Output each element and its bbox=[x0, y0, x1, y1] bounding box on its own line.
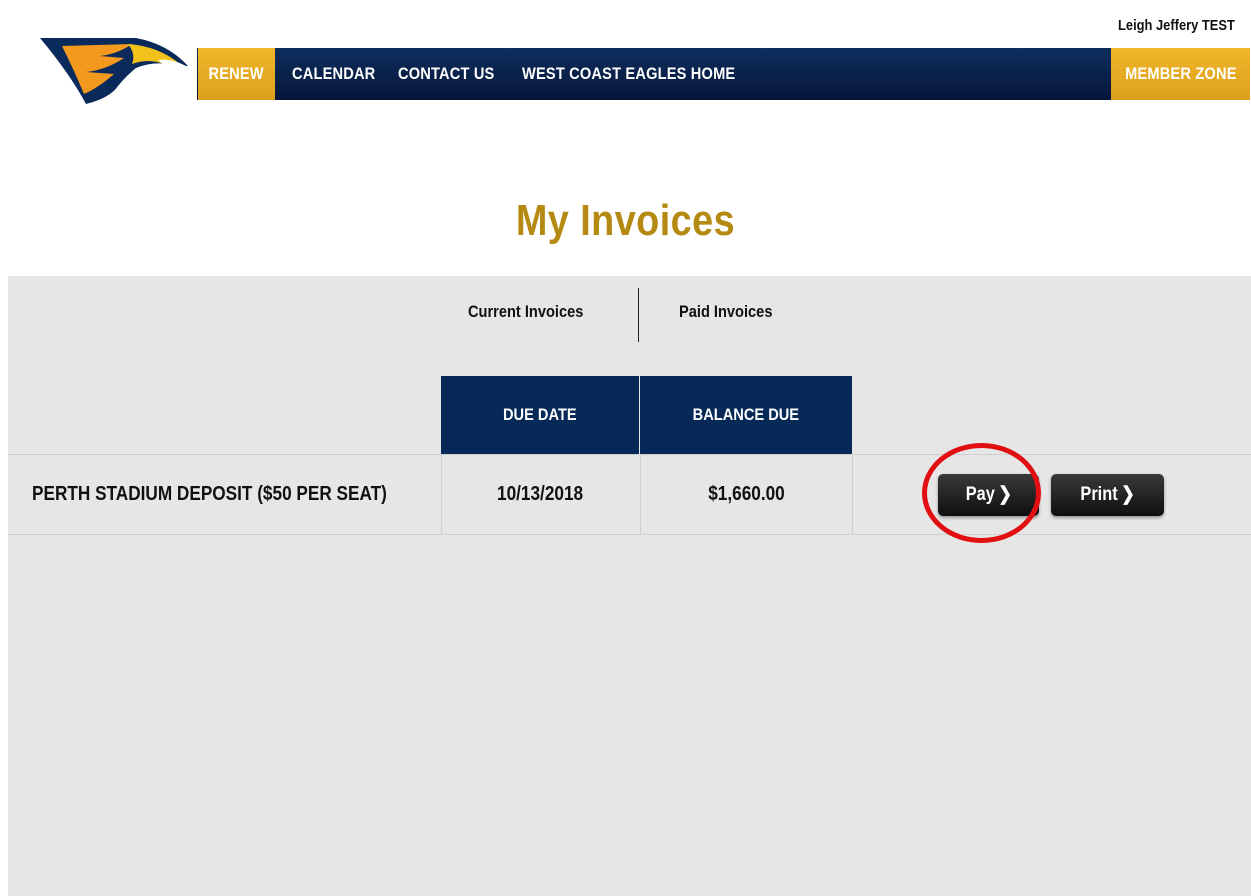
tab-paid-invoices[interactable]: Paid Invoices bbox=[679, 302, 788, 322]
user-name[interactable]: Leigh Jeffery TEST bbox=[1118, 17, 1235, 34]
chevron-right-icon: ❯ bbox=[997, 484, 1012, 505]
column-header-due-date: DUE DATE bbox=[441, 376, 639, 454]
cell-divider bbox=[852, 454, 853, 534]
tab-divider bbox=[638, 288, 639, 342]
nav-member-zone[interactable]: MEMBER ZONE bbox=[1111, 48, 1250, 100]
invoice-description: PERTH STADIUM DEPOSIT ($50 PER SEAT) bbox=[32, 483, 387, 505]
pay-button[interactable]: Pay ❯ bbox=[938, 474, 1039, 516]
print-button[interactable]: Print ❯ bbox=[1051, 474, 1164, 516]
page-title: My Invoices bbox=[515, 196, 736, 245]
row-divider-bottom bbox=[8, 534, 1251, 535]
invoice-due-date: 10/13/2018 bbox=[496, 483, 584, 505]
eagle-logo-icon[interactable] bbox=[40, 36, 200, 106]
chevron-right-icon: ❯ bbox=[1120, 484, 1135, 505]
nav-west-coast-eagles-home[interactable]: WEST COAST EAGLES HOME bbox=[522, 48, 770, 100]
nav-calendar[interactable]: CALENDAR bbox=[292, 48, 389, 100]
invoices-panel: Current Invoices Paid Invoices DUE DATE … bbox=[8, 276, 1251, 896]
column-header-balance-due: BALANCE DUE bbox=[640, 376, 852, 454]
tab-current-invoices[interactable]: Current Invoices bbox=[468, 302, 602, 322]
main-navbar: RENEW CALENDAR CONTACT US WEST COAST EAG… bbox=[197, 48, 1250, 100]
invoice-balance-due: $1,660.00 bbox=[707, 483, 785, 505]
nav-renew[interactable]: RENEW bbox=[198, 48, 275, 100]
nav-contact-us[interactable]: CONTACT US bbox=[398, 48, 510, 100]
